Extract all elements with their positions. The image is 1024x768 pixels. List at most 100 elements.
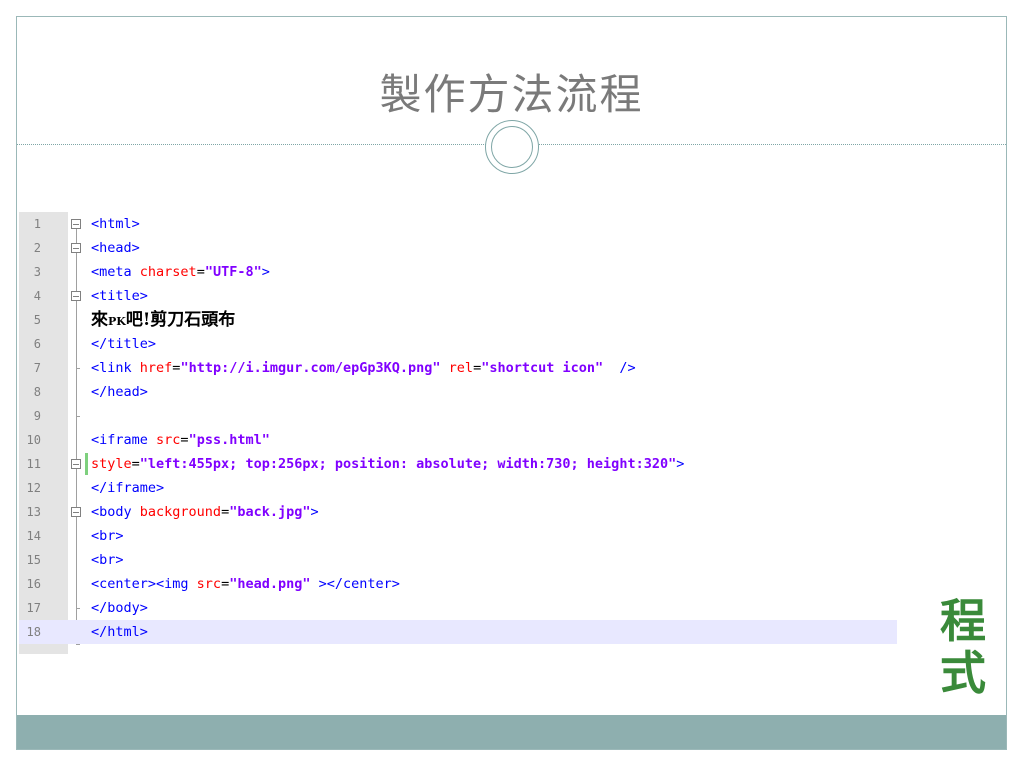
line-number: 13 <box>26 505 41 519</box>
code-text: <iframe src="pss.html" <box>91 428 270 452</box>
side-label: 程 式 <box>935 595 991 699</box>
html-tag: <head> <box>91 240 140 256</box>
html-tag: > <box>676 456 685 472</box>
html-tag: <title> <box>91 288 148 304</box>
fold-toggle-icon[interactable] <box>71 507 81 517</box>
code-line: 6 </title> <box>19 332 897 356</box>
html-tag: <body <box>91 504 140 520</box>
slide-title: 製作方法流程 <box>379 70 644 119</box>
side-label-line: 式 <box>940 646 986 700</box>
code-editor: 1 <html> 2 <head> 3 <meta charset="UTF-8… <box>19 212 897 654</box>
fold-end-tick <box>76 644 80 645</box>
code-line: 16 <center><img src="head.png" ></center… <box>19 572 897 596</box>
fold-toggle-icon[interactable] <box>71 459 81 469</box>
html-attribute: style <box>91 456 132 472</box>
code-line: 13 <body background="back.jpg"> <box>19 500 897 524</box>
side-label-line: 程 <box>940 594 986 648</box>
html-tag: <iframe <box>91 432 157 448</box>
code-text: </body> <box>91 596 148 620</box>
line-number: 7 <box>33 361 41 375</box>
code-line: 9 <box>19 404 897 428</box>
code-line: 8 </head> <box>19 380 897 404</box>
code-line: 10 <iframe src="pss.html" <box>19 428 897 452</box>
line-number: 3 <box>33 265 41 279</box>
html-attribute: rel <box>448 360 474 376</box>
line-number: 8 <box>33 385 41 399</box>
code-text: </iframe> <box>91 476 164 500</box>
equals-sign: = <box>180 432 189 448</box>
code-line-current[interactable]: 18 </html> <box>19 620 897 644</box>
slide: 製作方法流程 1 <html> 2 <head> 3 <meta charset… <box>16 16 1007 750</box>
code-text: </html> <box>91 620 148 644</box>
attribute-value: "shortcut icon" <box>481 360 604 376</box>
line-number: 15 <box>26 553 41 567</box>
html-attribute: charset <box>139 264 197 280</box>
html-tag: > <box>261 264 270 280</box>
title-text: 吧!剪刀石頭布 <box>125 310 236 330</box>
code-text: <br> <box>91 524 124 548</box>
code-text: <center><img src="head.png" ></center> <box>91 572 400 596</box>
html-attribute: background <box>139 504 222 520</box>
html-tag: <html> <box>91 216 140 232</box>
code-text: <link href = "http://i.imgur.com/epGp3KQ.p… <box>91 356 636 380</box>
code-line: 5 來PK吧!剪刀石頭布 <box>19 308 897 332</box>
code-line: 7 <link href = "http://i.imgur.com/epGp3KQ… <box>19 356 897 380</box>
code-line: 3 <meta charset="UTF-8"> <box>19 260 897 284</box>
attribute-value: "back.jpg" <box>229 504 311 520</box>
attribute-value: "UTF-8" <box>204 264 262 280</box>
code-line: 1 <html> <box>19 212 897 236</box>
code-text: 來PK吧!剪刀石頭布 <box>91 308 235 334</box>
code-text: <html> <box>91 212 140 236</box>
title-text: PK <box>108 315 126 328</box>
attribute-value: "head.png" <box>229 576 311 592</box>
equals-sign: = <box>221 576 230 592</box>
line-number: 2 <box>33 241 41 255</box>
html-attribute: href <box>139 360 173 376</box>
line-number: 11 <box>26 457 41 471</box>
fold-toggle-icon[interactable] <box>71 243 81 253</box>
line-number: 4 <box>33 289 41 303</box>
html-tag: <link <box>91 360 140 376</box>
line-number: 14 <box>26 529 41 543</box>
equals-sign: = <box>131 456 140 472</box>
code-text: <title> <box>91 284 148 308</box>
html-attribute: src <box>196 576 222 592</box>
code-text: <body background="back.jpg"> <box>91 500 319 524</box>
code-line: 4 <title> <box>19 284 897 308</box>
line-number: 6 <box>33 337 41 351</box>
attribute-value: "pss.html" <box>188 432 270 448</box>
line-number: 9 <box>33 409 41 423</box>
fold-toggle-icon[interactable] <box>71 219 81 229</box>
code-line: 14 <br> <box>19 524 897 548</box>
code-line: 17 </body> <box>19 596 897 620</box>
html-tag: /> <box>603 360 636 376</box>
html-attribute: src <box>156 432 181 448</box>
equals-sign: = <box>196 264 205 280</box>
html-tag: <br> <box>91 528 124 544</box>
html-tag: <center><img <box>91 576 197 592</box>
code-line: 11 style="left:455px; top:256px; positio… <box>19 452 897 476</box>
attribute-value: "http://i.imgur.com/epGp3KQ.png" <box>180 360 441 376</box>
html-tag: ></center> <box>310 576 400 592</box>
circle-ornament-icon <box>485 120 539 174</box>
line-number: 10 <box>26 433 41 447</box>
title-text: 來 <box>91 310 108 330</box>
code-line: 12 </iframe> <box>19 476 897 500</box>
line-number: 5 <box>33 313 41 327</box>
html-tag: </html> <box>91 624 148 640</box>
code-text: </head> <box>91 380 148 404</box>
line-number: 16 <box>26 577 41 591</box>
code-line: 15 <br> <box>19 548 897 572</box>
footer-bar <box>17 715 1006 749</box>
code-text: <br> <box>91 548 124 572</box>
line-number: 18 <box>26 625 41 639</box>
html-tag: </body> <box>91 600 148 616</box>
html-tag: </title> <box>91 336 157 352</box>
html-tag: <meta <box>91 264 140 280</box>
line-number: 1 <box>33 217 41 231</box>
fold-toggle-icon[interactable] <box>71 291 81 301</box>
code-text: style="left:455px; top:256px; position: … <box>91 452 684 476</box>
code-text: <meta charset="UTF-8"> <box>91 260 270 284</box>
attribute-value: "left:455px; top:256px; position: absolu… <box>139 456 677 472</box>
